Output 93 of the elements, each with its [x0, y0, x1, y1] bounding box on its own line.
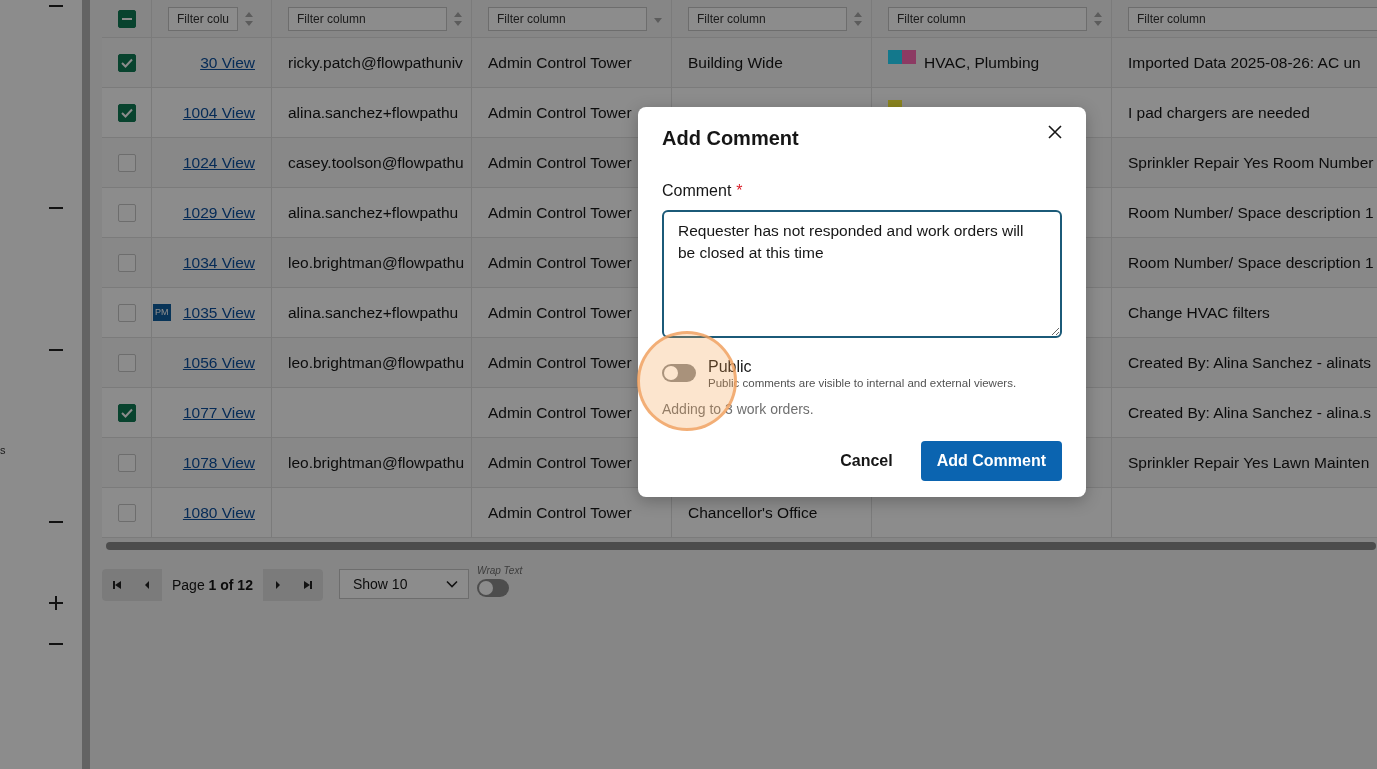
view-link[interactable]: 1029 View [182, 203, 255, 222]
collapse-icon[interactable] [49, 4, 63, 8]
location-cell: Admin Control Tower [488, 203, 632, 222]
location-cell: Admin Control Tower [488, 503, 632, 522]
field-label: Comment [662, 182, 732, 200]
row-checkbox[interactable] [117, 503, 136, 522]
description-cell: Imported Data 2025-08-26: AC un [1128, 53, 1361, 72]
filter-field[interactable]: Filter column [288, 6, 447, 31]
email-cell: leo.brightman@flowpathu [288, 353, 464, 372]
chevron-down-icon [445, 580, 458, 588]
email-cell: leo.brightman@flowpathu [288, 253, 464, 272]
sort-icon[interactable] [453, 10, 463, 27]
pm-badge: PM [153, 304, 171, 321]
view-link[interactable]: 1077 View [182, 403, 255, 422]
filter-field[interactable]: Filter column [1128, 6, 1377, 31]
close-button[interactable] [1048, 125, 1062, 139]
description-cell: Created By: Alina Sanchez - alinats [1128, 353, 1371, 372]
description-cell: Room Number/ Space description 1 [1128, 253, 1374, 272]
checkmark-icon [120, 107, 133, 118]
required-mark: * [736, 182, 743, 200]
row-checkbox[interactable] [117, 253, 136, 272]
row-checkbox[interactable] [117, 153, 136, 172]
view-link[interactable]: 1078 View [182, 453, 255, 472]
dialog-title: Add Comment [662, 127, 799, 150]
row-checkbox[interactable] [117, 103, 136, 122]
description-cell: Change HVAC filters [1128, 303, 1270, 322]
checkmark-icon [120, 57, 133, 68]
email-cell: leo.brightman@flowpathu [288, 453, 464, 472]
category-cell: HVAC, Plumbing [924, 53, 1040, 72]
view-link[interactable]: 1056 View [182, 353, 255, 372]
description-cell: Sprinkler Repair Yes Lawn Mainten [1128, 453, 1370, 472]
row-checkbox[interactable] [117, 453, 136, 472]
sort-icon[interactable] [853, 10, 863, 27]
expand-icon[interactable] [49, 596, 63, 610]
row-checkbox[interactable] [117, 53, 136, 72]
building-cell: Building Wide [688, 53, 783, 72]
wrap-text-toggle[interactable] [476, 579, 509, 597]
public-toggle[interactable] [662, 364, 696, 382]
comment-field[interactable]: Requester has not responded and work orders will be closed at this time [662, 210, 1062, 338]
email-cell: alina.sanchez+flowpathu [288, 203, 459, 222]
location-cell: Admin Control Tower [488, 153, 632, 172]
description-cell: I pad chargers are needed [1128, 103, 1310, 122]
location-cell: Admin Control Tower [488, 403, 632, 422]
description-cell: Sprinkler Repair Yes Room Number [1128, 153, 1374, 172]
collapse-icon[interactable] [49, 642, 63, 646]
row-checkbox[interactable] [117, 353, 136, 372]
public-help-text: Public comments are visible to internal and external viewers. [708, 377, 1017, 389]
page-size-select[interactable]: Show 10 [338, 569, 469, 599]
sort-icon[interactable] [1093, 10, 1103, 27]
row-checkbox[interactable] [117, 403, 136, 422]
horizontal-scrollbar[interactable] [106, 541, 1376, 550]
description-cell: Room Number/ Space description 1 [1128, 203, 1374, 222]
filter-field[interactable]: Filter column [888, 6, 1087, 31]
public-label: Public [708, 358, 753, 376]
location-cell: Admin Control Tower [488, 453, 632, 472]
location-cell: Admin Control Tower [488, 353, 632, 372]
filter-field[interactable]: Filter column [488, 6, 647, 31]
view-link[interactable]: 1024 View [182, 153, 255, 172]
collapse-icon[interactable] [49, 348, 63, 352]
collapse-icon[interactable] [49, 206, 63, 210]
view-link[interactable]: 1080 View [182, 503, 255, 522]
row-checkbox[interactable] [117, 203, 136, 222]
add-comment-button[interactable]: Add Comment [920, 441, 1062, 481]
view-link[interactable]: 1034 View [182, 253, 255, 272]
location-cell: Admin Control Tower [488, 103, 632, 122]
last-page-button[interactable] [292, 569, 323, 601]
view-link[interactable]: 1004 View [182, 103, 255, 122]
sort-icon[interactable] [244, 10, 254, 27]
sidebar-label: s [0, 444, 6, 456]
wrap-text-label: Wrap Text [476, 565, 523, 576]
building-cell: Chancellor's Office [688, 503, 818, 522]
email-cell: casey.toolson@flowpathu [288, 153, 464, 172]
view-link[interactable]: 30 View [200, 53, 255, 72]
first-page-icon [111, 579, 123, 591]
filter-field[interactable]: Filter colu [168, 6, 238, 31]
view-link[interactable]: 1035 View [182, 303, 255, 322]
row-checkbox[interactable] [117, 303, 136, 322]
first-page-button[interactable] [102, 569, 132, 601]
select-all-checkbox[interactable] [117, 9, 136, 28]
filter-field[interactable]: Filter column [688, 6, 847, 31]
description-cell: Created By: Alina Sanchez - alina.s [1128, 403, 1371, 422]
email-cell: ricky.patch@flowpathuniv [288, 53, 463, 72]
location-cell: Admin Control Tower [488, 303, 632, 322]
minus-icon [121, 17, 132, 20]
email-cell: alina.sanchez+flowpathu [288, 303, 459, 322]
last-page-icon [301, 579, 314, 591]
location-cell: Admin Control Tower [488, 253, 632, 272]
close-icon [1048, 125, 1062, 139]
page-indicator: Page 1 of 12 [172, 577, 253, 593]
email-cell: alina.sanchez+flowpathu [288, 103, 459, 122]
location-cell: Admin Control Tower [488, 53, 632, 72]
checkmark-icon [120, 407, 133, 418]
collapse-icon[interactable] [49, 520, 63, 524]
